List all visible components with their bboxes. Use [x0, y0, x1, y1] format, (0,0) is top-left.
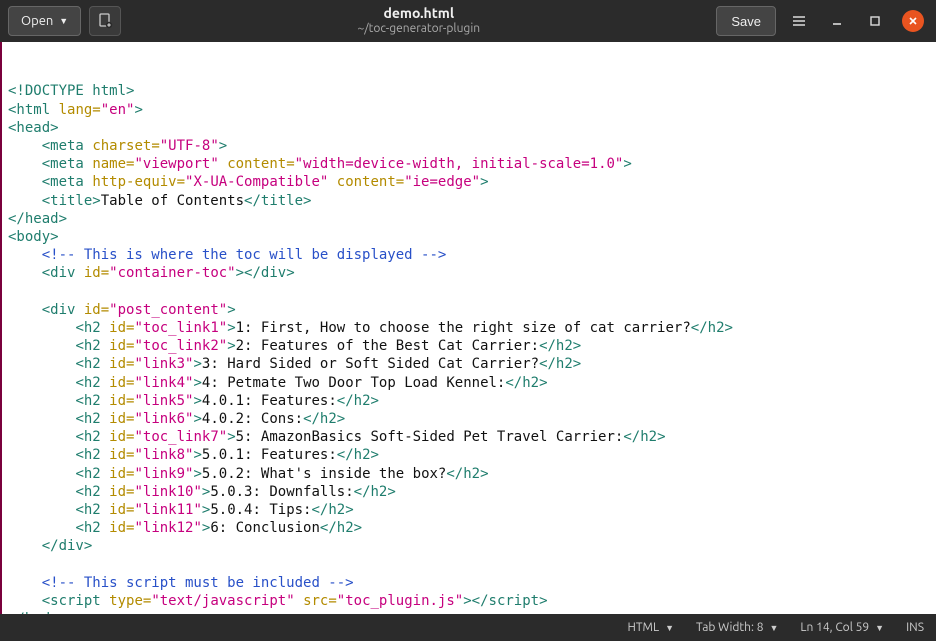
chevron-down-icon: ▼ [875, 623, 884, 633]
chevron-down-icon: ▼ [769, 623, 778, 633]
statusbar: HTML ▼ Tab Width: 8 ▼ Ln 14, Col 59 ▼ IN… [0, 614, 936, 641]
insert-mode-label: INS [906, 621, 924, 634]
file-path: ~/toc-generator-plugin [129, 22, 708, 36]
minimize-icon [830, 14, 844, 28]
code-editor[interactable]: <!DOCTYPE html> <html lang="en"> <head> … [0, 42, 936, 614]
tab-width-label: Tab Width: 8 [696, 621, 763, 634]
file-title: demo.html [129, 5, 708, 22]
hamburger-menu-button[interactable] [784, 6, 814, 36]
insert-mode[interactable]: INS [906, 621, 924, 634]
close-button[interactable] [898, 6, 928, 36]
chevron-down-icon: ▼ [665, 623, 674, 633]
open-label: Open [21, 14, 53, 28]
hamburger-icon [791, 13, 807, 29]
cursor-position[interactable]: Ln 14, Col 59 ▼ [800, 621, 884, 634]
tab-width-selector[interactable]: Tab Width: 8 ▼ [696, 621, 778, 634]
titlebar: Open ▼ demo.html ~/toc-generator-plugin … [0, 0, 936, 42]
maximize-button[interactable] [860, 6, 890, 36]
chevron-down-icon: ▼ [59, 16, 68, 26]
minimize-button[interactable] [822, 6, 852, 36]
new-document-button[interactable] [89, 6, 121, 36]
cursor-position-label: Ln 14, Col 59 [800, 621, 869, 634]
save-button[interactable]: Save [716, 6, 776, 36]
language-label: HTML [628, 621, 660, 634]
close-icon [902, 10, 924, 32]
language-selector[interactable]: HTML ▼ [628, 621, 675, 634]
open-button[interactable]: Open ▼ [8, 6, 81, 36]
new-document-icon [97, 13, 113, 29]
title-area: demo.html ~/toc-generator-plugin [129, 5, 708, 36]
maximize-icon [868, 14, 882, 28]
